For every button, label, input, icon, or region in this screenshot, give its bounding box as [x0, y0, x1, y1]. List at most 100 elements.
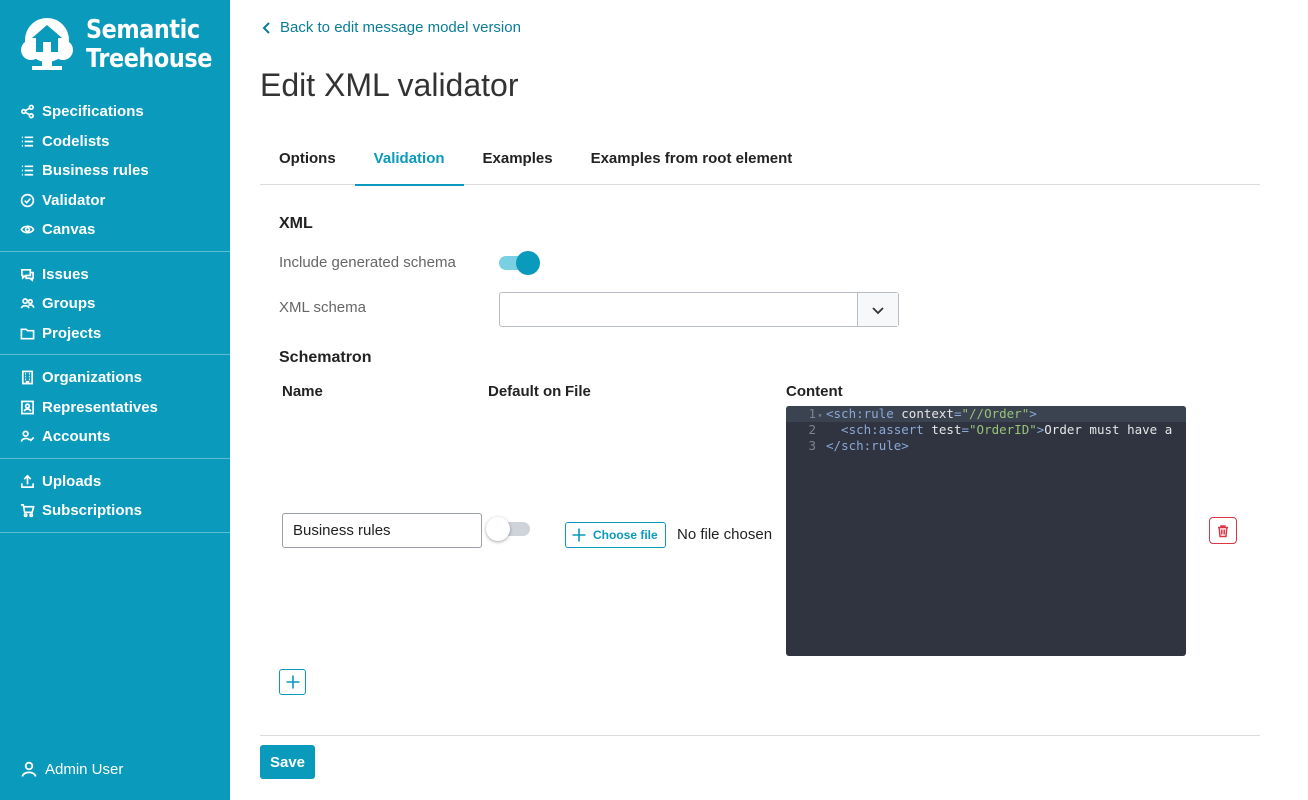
code-token: test	[923, 422, 962, 437]
back-link[interactable]: Back to edit message model version	[260, 19, 521, 36]
default-on-toggle[interactable]	[486, 516, 530, 542]
code-token: >	[1029, 406, 1037, 421]
sidebar-item-label: Organizations	[42, 369, 143, 387]
sidebar-item-organizations[interactable]: Organizations	[0, 363, 230, 393]
sidebar-item-canvas[interactable]: Canvas	[0, 215, 230, 245]
footer-divider	[260, 735, 1260, 736]
include-schema-toggle[interactable]	[499, 250, 543, 276]
code-token: sch:assert	[848, 422, 924, 437]
save-button[interactable]: Save	[260, 745, 315, 779]
tab-validation[interactable]: Validation	[354, 140, 464, 186]
sidebar-item-label: Groups	[42, 295, 96, 313]
sidebar-item-specifications[interactable]: Specifications	[0, 97, 230, 127]
sidebar-item-label: Representatives	[42, 398, 158, 416]
sidebar-item-codelists[interactable]: Codelists	[0, 127, 230, 157]
sidebar-nav: Specifications Codelists Business rules …	[0, 93, 230, 533]
brand[interactable]: Semantic Treehouse	[20, 16, 232, 74]
sidebar-item-label: Issues	[42, 265, 89, 283]
tab-examples-from-root[interactable]: Examples from root element	[572, 140, 812, 185]
schematron-code-editor[interactable]: 1 ▾ <sch:rule context="//Order"> 2 <sch:as…	[786, 406, 1186, 656]
people-icon	[20, 296, 35, 311]
nav-group-files: Uploads Subscriptions	[0, 459, 230, 533]
chevron-down-icon	[872, 306, 884, 314]
sidebar-item-label: Canvas	[42, 221, 96, 239]
code-line: 3 </sch:rule>	[786, 438, 1186, 454]
column-header-name: Name	[282, 383, 323, 400]
share-icon	[20, 104, 35, 119]
line-number: 3	[808, 438, 816, 453]
xml-schema-select[interactable]	[499, 292, 899, 327]
delete-row-button[interactable]	[1209, 517, 1237, 544]
tab-bar: Options Validation Examples Examples fro…	[260, 140, 1260, 186]
chat-icon	[20, 267, 35, 282]
plus-icon	[286, 675, 299, 689]
code-token: =	[961, 422, 970, 437]
choose-file-button[interactable]: Choose file	[565, 522, 666, 548]
sidebar-item-label: Specifications	[42, 103, 144, 121]
column-header-content: Content	[786, 383, 843, 400]
brand-name: Semantic Treehouse	[86, 16, 212, 74]
toggle-knob	[516, 251, 540, 275]
code-token: sch:rule	[841, 438, 902, 453]
sidebar-item-projects[interactable]: Projects	[0, 319, 230, 349]
code-token: <	[826, 422, 849, 437]
code-line: 1 ▾ <sch:rule context="//Order">	[786, 406, 1186, 422]
code-token: "OrderID"	[969, 422, 1037, 437]
plus-icon	[572, 528, 586, 542]
code-token: </	[826, 438, 842, 453]
sidebar-item-issues[interactable]: Issues	[0, 260, 230, 290]
sidebar-item-label: Projects	[42, 324, 102, 342]
list-icon	[20, 134, 35, 149]
code-line: 2 <sch:assert test="OrderID">Order must …	[786, 422, 1186, 438]
sidebar-item-validator[interactable]: Validator	[0, 186, 230, 216]
code-token: context	[893, 406, 954, 421]
sidebar-item-label: Subscriptions	[42, 502, 143, 520]
page-title: Edit XML validator	[260, 67, 519, 103]
nav-group-collab: Issues Groups Projects	[0, 252, 230, 355]
user-icon	[21, 761, 37, 777]
line-number: 1	[808, 406, 816, 421]
check-circle-icon	[20, 193, 35, 208]
user-menu[interactable]: Admin User	[20, 760, 123, 778]
tab-options[interactable]: Options	[260, 140, 355, 185]
upload-icon	[20, 474, 35, 489]
toggle-knob	[486, 517, 510, 541]
user-check-icon	[20, 429, 35, 444]
sidebar-item-accounts[interactable]: Accounts	[0, 422, 230, 452]
xml-schema-label: XML schema	[279, 299, 366, 316]
main-content: Back to edit message model version Edit …	[260, 0, 1260, 800]
code-token: <	[826, 406, 834, 421]
line-number: 2	[808, 422, 816, 437]
sidebar: Semantic Treehouse Specifications Codeli…	[0, 0, 230, 800]
code-token: =	[953, 406, 962, 421]
code-token: Order must have a	[1044, 422, 1173, 437]
sidebar-item-business-rules[interactable]: Business rules	[0, 156, 230, 186]
sidebar-item-label: Codelists	[42, 132, 110, 150]
sidebar-item-uploads[interactable]: Uploads	[0, 467, 230, 497]
code-token: >	[901, 438, 909, 453]
tab-examples[interactable]: Examples	[464, 140, 572, 185]
add-schematron-button[interactable]	[279, 669, 306, 695]
sidebar-item-representatives[interactable]: Representatives	[0, 393, 230, 423]
sidebar-item-label: Business rules	[42, 162, 149, 180]
schematron-name-input[interactable]	[282, 513, 482, 548]
brand-line-2: Treehouse	[86, 44, 212, 74]
folder-icon	[20, 326, 35, 341]
column-header-default-on: Default on	[488, 383, 562, 400]
choose-file-label: Choose file	[593, 528, 658, 542]
column-header-file: File	[565, 383, 591, 400]
chevron-left-icon	[262, 21, 270, 34]
back-link-label: Back to edit message model version	[280, 19, 521, 36]
nav-group-orgs: Organizations Representatives Accounts	[0, 355, 230, 459]
sidebar-item-subscriptions[interactable]: Subscriptions	[0, 496, 230, 526]
brand-line-1: Semantic	[86, 15, 200, 45]
list-icon	[20, 163, 35, 178]
contact-icon	[20, 400, 35, 415]
sidebar-item-groups[interactable]: Groups	[0, 289, 230, 319]
building-icon	[20, 370, 35, 385]
treehouse-logo	[21, 18, 73, 70]
file-status: No file chosen	[677, 526, 773, 543]
select-caret[interactable]	[857, 293, 898, 326]
trash-icon	[1218, 524, 1228, 537]
sidebar-item-label: Uploads	[42, 472, 102, 490]
